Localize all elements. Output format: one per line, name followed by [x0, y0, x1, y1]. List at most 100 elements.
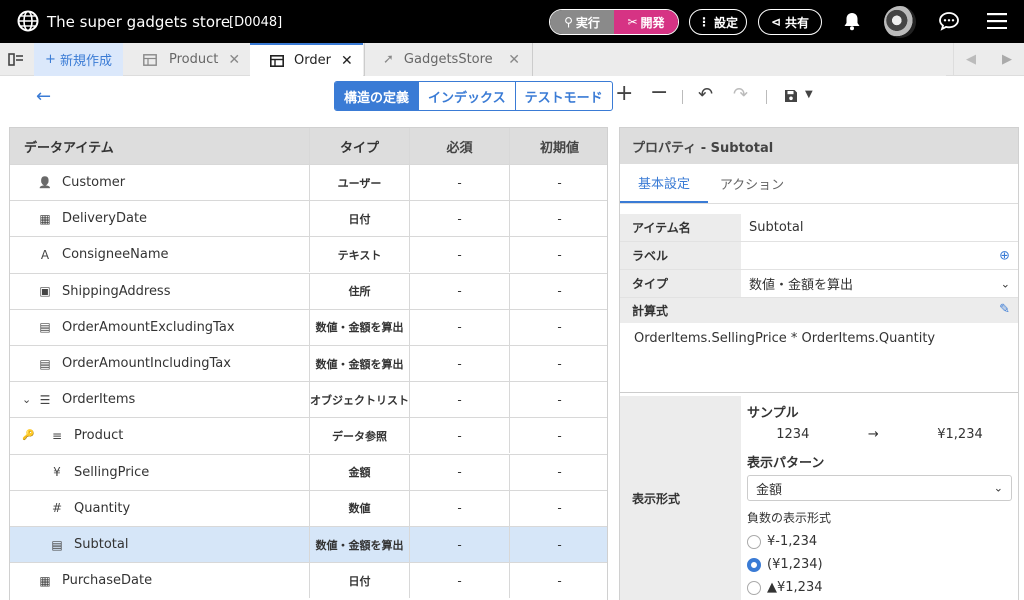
column-header-required: 必須 [409, 128, 509, 164]
sample-preview: 1234 → ¥1,234 [747, 427, 1012, 442]
new-tab-button[interactable]: + 新規作成 [34, 43, 123, 76]
item-default-cell: - [509, 490, 607, 526]
bell-icon[interactable] [843, 11, 861, 31]
tab-scroll-left-button[interactable]: ◀ [953, 43, 988, 76]
close-icon[interactable]: ✕ [341, 53, 353, 69]
save-icon[interactable] [784, 89, 798, 103]
pattern-title: 表示パターン [747, 456, 825, 471]
table-row[interactable]: ⌄ ☰ OrderItems オブジェクトリスト - - [10, 381, 607, 418]
item-name-cell: ⌄ ☰ OrderItems [10, 382, 309, 417]
item-required-cell: - [409, 273, 509, 309]
item-default-cell: - [509, 563, 607, 599]
negative-format-title: 負数の表示形式 [747, 511, 832, 525]
item-default-cell: - [509, 237, 607, 273]
more-vertical-icon: ⋮ [697, 15, 710, 29]
item-required-cell: - [409, 201, 509, 237]
radio-button[interactable] [747, 534, 761, 549]
formula-textarea[interactable]: OrderItems.SellingPrice * OrderItems.Qua… [620, 323, 1018, 393]
menu-icon[interactable] [987, 13, 1007, 29]
run-mode-label: 実行 [575, 15, 600, 30]
item-name-cell: ▣ ShippingAddress [10, 274, 309, 309]
table-row[interactable]: A ConsigneeName テキスト - - [10, 236, 607, 273]
new-tab-label: 新規作成 [59, 54, 112, 69]
tab-order[interactable]: Order ✕ [250, 43, 363, 76]
table-row[interactable]: ¥ SellingPrice 金額 - - [10, 453, 607, 490]
address-icon: ▣ [39, 284, 51, 299]
table-row[interactable]: ▤ Subtotal 数値・金額を算出 - - [10, 526, 607, 562]
pattern-select[interactable]: 金額 ⌄ [747, 475, 1012, 501]
table-row[interactable]: ▦ PurchaseDate 日付 - - [10, 562, 607, 599]
item-required-cell: - [409, 346, 509, 381]
negative-format-label: (¥1,234) [767, 557, 823, 572]
calculator-icon: ▤ [51, 537, 63, 552]
dev-mode-button[interactable]: ✂ 開発 [614, 10, 678, 34]
globe-icon[interactable] [17, 10, 39, 32]
app-title: The super gadgets store [47, 13, 231, 31]
prop-row-item-name: アイテム名 Subtotal [620, 214, 1018, 242]
item-name-label: OrderAmountExcludingTax [62, 319, 235, 335]
radio-button[interactable] [747, 557, 761, 572]
table-row[interactable]: ▤ OrderAmountExcludingTax 数値・金額を算出 - - [10, 308, 607, 345]
segment-index[interactable]: インデックス [418, 82, 515, 110]
table-row[interactable]: ▤ OrderAmountIncludingTax 数値・金額を算出 - - [10, 345, 607, 381]
share-button[interactable]: ⊲ 共有 [758, 9, 822, 35]
tab-gadgetsstore[interactable]: ➚ GadgetsStore ✕ [364, 43, 946, 76]
item-default-cell: - [509, 418, 607, 454]
pattern-select-value: 金額 [756, 482, 783, 498]
tab-product[interactable]: Product ✕ [125, 43, 249, 76]
label-field[interactable]: ⊕ [741, 242, 1018, 269]
item-required-cell: - [409, 165, 509, 200]
item-default-cell: - [509, 527, 607, 562]
close-icon[interactable]: ✕ [228, 52, 240, 68]
table-row[interactable]: 🔑 ≡ Product データ参照 - - [10, 417, 607, 454]
avatar[interactable] [884, 6, 916, 38]
edit-icon[interactable]: ✎ [999, 302, 1010, 317]
run-mode-button[interactable]: ⚲ 実行 [550, 10, 614, 34]
back-arrow-icon[interactable]: ← [36, 86, 51, 107]
item-name-label: DeliveryDate [62, 211, 148, 227]
chevron-down-icon: ⌄ [993, 481, 1003, 495]
settings-button[interactable]: ⋮ 設定 [689, 9, 747, 35]
expand-chevron-icon[interactable]: ⌄ [22, 393, 36, 406]
formula-label-text: 計算式 [632, 304, 669, 318]
item-name-cell: A ConsigneeName [10, 237, 309, 272]
item-required-cell: - [409, 454, 509, 490]
item-default-cell: - [509, 346, 607, 381]
dev-mode-label: 開発 [640, 15, 665, 30]
sidebar-toggle-icon[interactable] [8, 52, 24, 67]
tab-basic-settings[interactable]: 基本設定 [620, 164, 708, 203]
redo-icon[interactable]: ↷ [733, 84, 748, 105]
app-header: The super gadgets store [D0048] ⚲ 実行 ✂ 開発 … [0, 0, 1024, 43]
item-required-cell: - [409, 563, 509, 599]
table-row[interactable]: # Quantity 数値 - - [10, 489, 607, 526]
tab-actions[interactable]: アクション [708, 164, 796, 203]
close-icon[interactable]: ✕ [508, 52, 520, 68]
segment-test-mode[interactable]: テストモード [514, 82, 612, 110]
table-row[interactable]: 👤 Customer ユーザー - - [10, 164, 607, 200]
item-name-label: Quantity [74, 500, 131, 516]
undo-icon[interactable]: ↶ [698, 84, 713, 105]
item-name-field[interactable]: Subtotal [741, 214, 1018, 241]
negative-format-option[interactable]: ▲¥1,234 [747, 580, 1012, 595]
caret-down-icon[interactable]: ▼ [805, 89, 813, 100]
item-name-label: OrderAmountIncludingTax [62, 356, 231, 371]
add-icon[interactable]: + [615, 81, 633, 106]
prop-row-label: ラベル ⊕ [620, 242, 1018, 270]
negative-format-option[interactable]: (¥1,234) [747, 557, 1012, 572]
table-row[interactable]: ▣ ShippingAddress 住所 - - [10, 272, 607, 309]
chat-icon[interactable] [938, 11, 960, 31]
item-required-cell: - [409, 382, 509, 418]
tab-scroll-right-button[interactable]: ▶ [990, 43, 1024, 76]
type-label: タイプ [620, 270, 741, 297]
remove-icon[interactable]: − [650, 80, 668, 105]
negative-format-option[interactable]: ¥-1,234 [747, 534, 1012, 549]
chevron-down-icon: ⌄ [1000, 277, 1010, 290]
table-row[interactable]: ▦ DeliveryDate 日付 - - [10, 200, 607, 237]
segment-structure[interactable]: 構造の定義 [335, 82, 419, 110]
rocket-icon: ➚ [383, 52, 394, 67]
radio-button[interactable] [747, 580, 761, 595]
tab-bar: + 新規作成 Product ✕ Order ✕ ➚ GadgetsStore ✕ ◀ … [0, 43, 1024, 76]
translate-globe-icon[interactable]: ⊕ [999, 248, 1010, 263]
tab-product-label: Product [169, 52, 219, 67]
type-select[interactable]: 数値・金額を算出 ⌄ [741, 270, 1018, 297]
